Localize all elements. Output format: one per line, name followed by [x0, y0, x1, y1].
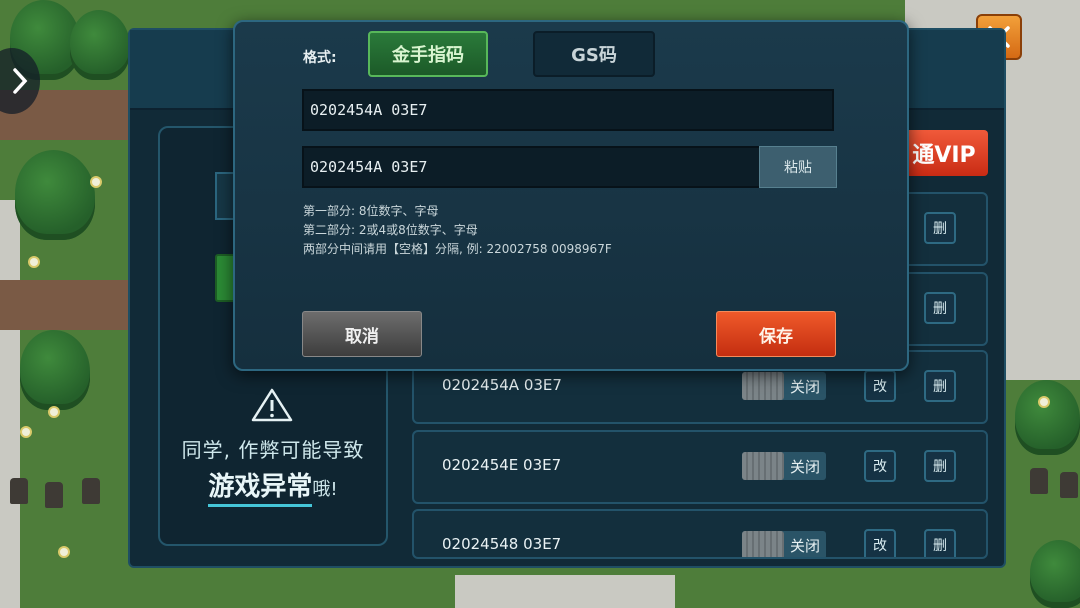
warning-highlight: 游戏异常	[208, 472, 313, 507]
chevron-right-icon	[13, 68, 28, 94]
code-value: 0202454E 03E7	[442, 456, 562, 474]
toggle-knob	[742, 531, 784, 557]
code-value: 02024548 03E7	[442, 535, 562, 553]
delete-button[interactable]: 删	[924, 212, 956, 244]
code-input-primary[interactable]: 0202454A 03E7	[302, 89, 834, 131]
paste-button[interactable]: 粘贴	[759, 146, 837, 188]
warning-emphasis: 游戏异常哦!	[160, 466, 386, 507]
edit-button[interactable]: 改	[864, 450, 896, 482]
code-input-secondary[interactable]: 0202454A 03E7	[302, 146, 762, 188]
warning-tail: 哦!	[312, 479, 338, 500]
format-hint: 第一部分: 8位数字、字母	[303, 204, 439, 218]
code-row: 02024548 03E7 关闭 改 删	[412, 509, 988, 559]
toggle-label: 关闭	[789, 377, 820, 396]
delete-button[interactable]: 删	[924, 529, 956, 557]
delete-button[interactable]: 删	[924, 450, 956, 482]
toggle-knob	[742, 452, 784, 480]
tab-cheat-code[interactable]: 金手指码	[368, 31, 488, 77]
cancel-button[interactable]: 取消	[302, 311, 422, 357]
warning-text: 同学, 作弊可能导致	[181, 438, 365, 462]
edit-button[interactable]: 改	[864, 529, 896, 557]
format-hint: 两部分中间请用【空格】分隔, 例: 22002758 0098967F	[303, 242, 612, 256]
toggle-label: 关闭	[789, 457, 820, 476]
toggle-switch[interactable]: 关闭	[742, 452, 826, 480]
toggle-knob	[742, 372, 784, 400]
toggle-switch[interactable]: 关闭	[742, 372, 826, 400]
format-label: 格式:	[303, 50, 337, 66]
add-code-dialog: 格式: 金手指码 GS码 0202454A 03E7 0202454A 03E7…	[233, 20, 909, 371]
code-value: 0202454A 03E7	[442, 376, 562, 394]
code-row: 0202454E 03E7 关闭 改 删	[412, 430, 988, 504]
warning-icon	[251, 388, 293, 422]
delete-button[interactable]: 删	[924, 370, 956, 402]
toggle-label: 关闭	[789, 536, 820, 555]
save-button[interactable]: 保存	[716, 311, 836, 357]
edit-button[interactable]: 改	[864, 370, 896, 402]
toggle-switch[interactable]: 关闭	[742, 531, 826, 557]
format-hint: 第二部分: 2或4或8位数字、字母	[303, 223, 478, 237]
tab-gs-code[interactable]: GS码	[533, 31, 655, 77]
delete-button[interactable]: 删	[924, 292, 956, 324]
vip-button[interactable]: 通VIP	[900, 130, 988, 176]
